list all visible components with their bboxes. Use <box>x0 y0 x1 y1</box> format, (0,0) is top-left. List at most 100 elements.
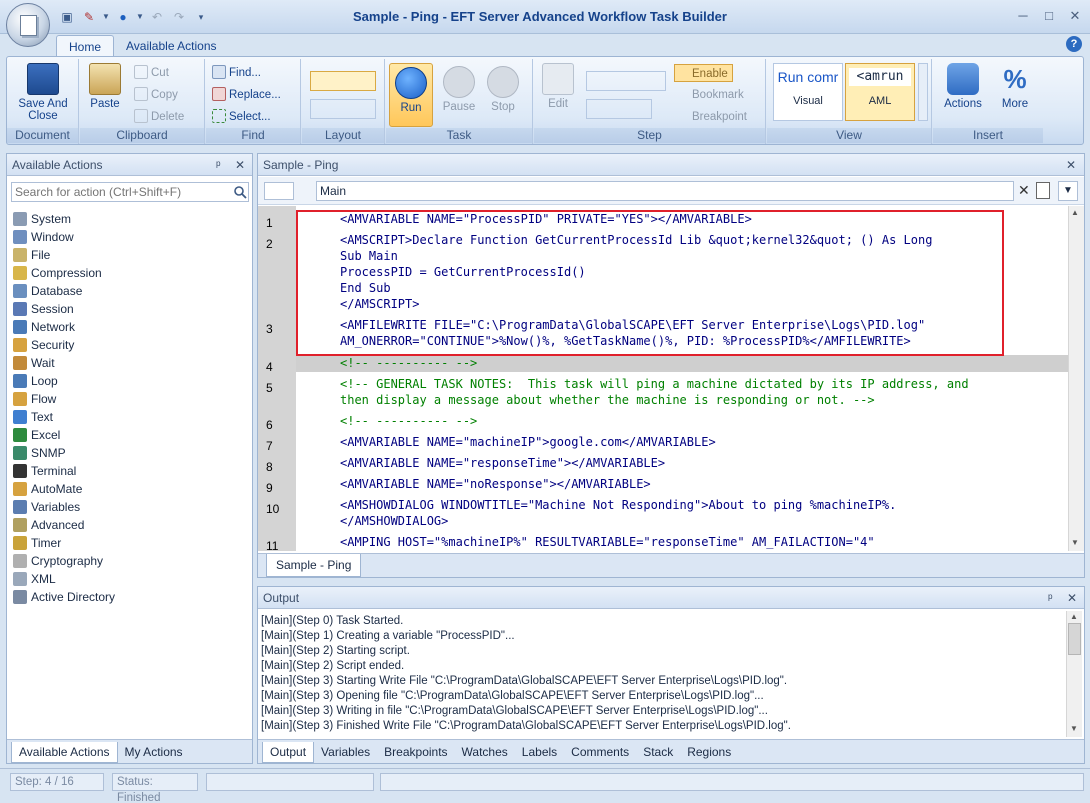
tab-labels[interactable]: Labels <box>515 742 564 763</box>
action-label: Variables <box>31 500 81 514</box>
more-button[interactable]: % More <box>993 63 1037 110</box>
action-item-variables[interactable]: Variables <box>11 498 251 516</box>
tab-output[interactable]: Output <box>262 742 315 763</box>
pause-button[interactable]: Pause <box>439 63 479 113</box>
session-icon <box>13 302 27 316</box>
find-group: Find... Replace... Select... Find <box>206 59 301 144</box>
timer-icon <box>13 536 27 550</box>
code-line: <AMVARIABLE NAME="responseTime"></AMVARI… <box>340 456 666 470</box>
action-item-cryptography[interactable]: Cryptography <box>11 552 251 570</box>
action-item-advanced[interactable]: Advanced <box>11 516 251 534</box>
output-scrollbar[interactable]: ▲ ▼ <box>1066 611 1082 737</box>
action-item-session[interactable]: Session <box>11 300 251 318</box>
cut-button[interactable]: Cut <box>134 64 169 82</box>
tab-breakpoints[interactable]: Breakpoints <box>377 742 454 763</box>
line-number: 4 <box>266 360 273 374</box>
action-item-wait[interactable]: Wait <box>11 354 251 372</box>
tab-variables[interactable]: Variables <box>314 742 377 763</box>
scroll-down-icon[interactable]: ▼ <box>1071 538 1079 547</box>
undo-icon[interactable]: ↶ <box>148 8 166 26</box>
aml-view-button[interactable]: <amrun AML <box>845 63 915 121</box>
paste-button[interactable]: Paste <box>84 63 126 110</box>
action-item-database[interactable]: Database <box>11 282 251 300</box>
action-item-window[interactable]: Window <box>11 228 251 246</box>
action-item-active-directory[interactable]: Active Directory <box>11 588 251 606</box>
new-document-icon[interactable] <box>1036 182 1050 199</box>
editor-scrollbar[interactable]: ▲ ▼ <box>1068 206 1084 551</box>
tab-sample-ping[interactable]: Sample - Ping <box>266 554 362 577</box>
select-button[interactable]: Select... <box>212 108 271 126</box>
pin-icon[interactable]: ᵖ <box>216 154 221 176</box>
close-icon[interactable]: ✕ <box>1066 154 1076 176</box>
action-item-file[interactable]: File <box>11 246 251 264</box>
edit-button[interactable]: Edit <box>538 63 578 110</box>
scroll-thumb[interactable] <box>1068 623 1081 655</box>
enable-button[interactable]: Enable <box>674 64 733 82</box>
layout-columns-button[interactable] <box>310 71 376 91</box>
close-icon[interactable]: ✕ <box>1018 182 1032 200</box>
actions-button[interactable]: Actions <box>941 63 985 110</box>
action-item-loop[interactable]: Loop <box>11 372 251 390</box>
redo-icon[interactable]: ↷ <box>170 8 188 26</box>
action-item-compression[interactable]: Compression <box>11 264 251 282</box>
security-icon <box>13 338 27 352</box>
view-gallery-scroll[interactable] <box>918 63 928 121</box>
search-input[interactable] <box>11 182 249 202</box>
application-menu-button[interactable] <box>6 3 50 47</box>
save-and-close-button[interactable]: Save And Close <box>13 63 73 122</box>
tab-watches[interactable]: Watches <box>455 742 515 763</box>
replace-button[interactable]: Replace... <box>212 86 281 104</box>
action-item-automate[interactable]: AutoMate <box>11 480 251 498</box>
action-item-flow[interactable]: Flow <box>11 390 251 408</box>
text-icon <box>13 410 27 424</box>
chevron-down-icon[interactable]: ▼ <box>1058 181 1078 201</box>
action-item-excel[interactable]: Excel <box>11 426 251 444</box>
dropdown-arrow-icon[interactable]: ▼ <box>102 8 110 26</box>
minimize-button[interactable]: ─ <box>1012 7 1034 25</box>
action-item-text[interactable]: Text <box>11 408 251 426</box>
customize-toolbar-icon[interactable]: ▾ <box>192 8 210 26</box>
action-item-security[interactable]: Security <box>11 336 251 354</box>
delete-button[interactable]: Delete <box>134 108 184 126</box>
step-indent-buttons[interactable] <box>586 99 652 119</box>
visual-view-button[interactable]: Run comr Visual <box>773 63 843 121</box>
scroll-down-icon[interactable]: ▼ <box>1070 724 1078 733</box>
save-icon[interactable]: ▣ <box>58 8 76 26</box>
save-close-icon[interactable]: ✎ <box>80 8 98 26</box>
document-view-dropdown[interactable] <box>264 182 294 200</box>
tab-available-actions[interactable]: Available Actions <box>114 35 229 57</box>
pin-icon[interactable]: ᵖ <box>1048 587 1053 609</box>
scroll-up-icon[interactable]: ▲ <box>1071 208 1079 217</box>
tab-home[interactable]: Home <box>56 35 115 57</box>
tab-my-actions[interactable]: My Actions <box>118 742 190 763</box>
tab-regions[interactable]: Regions <box>680 742 738 763</box>
action-item-terminal[interactable]: Terminal <box>11 462 251 480</box>
action-item-network[interactable]: Network <box>11 318 251 336</box>
task-group: Run Pause Stop Task <box>386 59 533 144</box>
close-icon[interactable]: ✕ <box>1067 587 1077 609</box>
copy-button[interactable]: Copy <box>134 86 178 104</box>
help-icon[interactable]: ? <box>1066 36 1082 52</box>
run-button[interactable]: Run <box>389 63 433 127</box>
action-item-timer[interactable]: Timer <box>11 534 251 552</box>
action-item-snmp[interactable]: SNMP <box>11 444 251 462</box>
tab-comments[interactable]: Comments <box>564 742 636 763</box>
action-item-system[interactable]: System <box>11 210 251 228</box>
close-icon[interactable]: ✕ <box>235 154 245 176</box>
find-button[interactable]: Find... <box>212 64 261 82</box>
search-icon[interactable] <box>233 185 247 199</box>
scope-select[interactable]: Main <box>316 181 1014 201</box>
bookmark-button[interactable]: Bookmark <box>675 86 744 104</box>
step-navigation-buttons[interactable] <box>586 71 666 91</box>
breakpoint-button[interactable]: Breakpoint <box>675 108 747 126</box>
tab-available-actions[interactable]: Available Actions <box>11 742 118 763</box>
layout-options-button[interactable] <box>310 99 376 119</box>
stop-button[interactable]: Stop <box>483 63 523 113</box>
run-icon[interactable]: ● <box>114 8 132 26</box>
close-window-button[interactable]: ✕ <box>1064 7 1086 25</box>
action-item-xml[interactable]: XML <box>11 570 251 588</box>
dropdown-arrow-icon[interactable]: ▼ <box>136 8 144 26</box>
tab-stack[interactable]: Stack <box>636 742 680 763</box>
scroll-up-icon[interactable]: ▲ <box>1070 612 1078 621</box>
maximize-button[interactable]: □ <box>1038 7 1060 25</box>
